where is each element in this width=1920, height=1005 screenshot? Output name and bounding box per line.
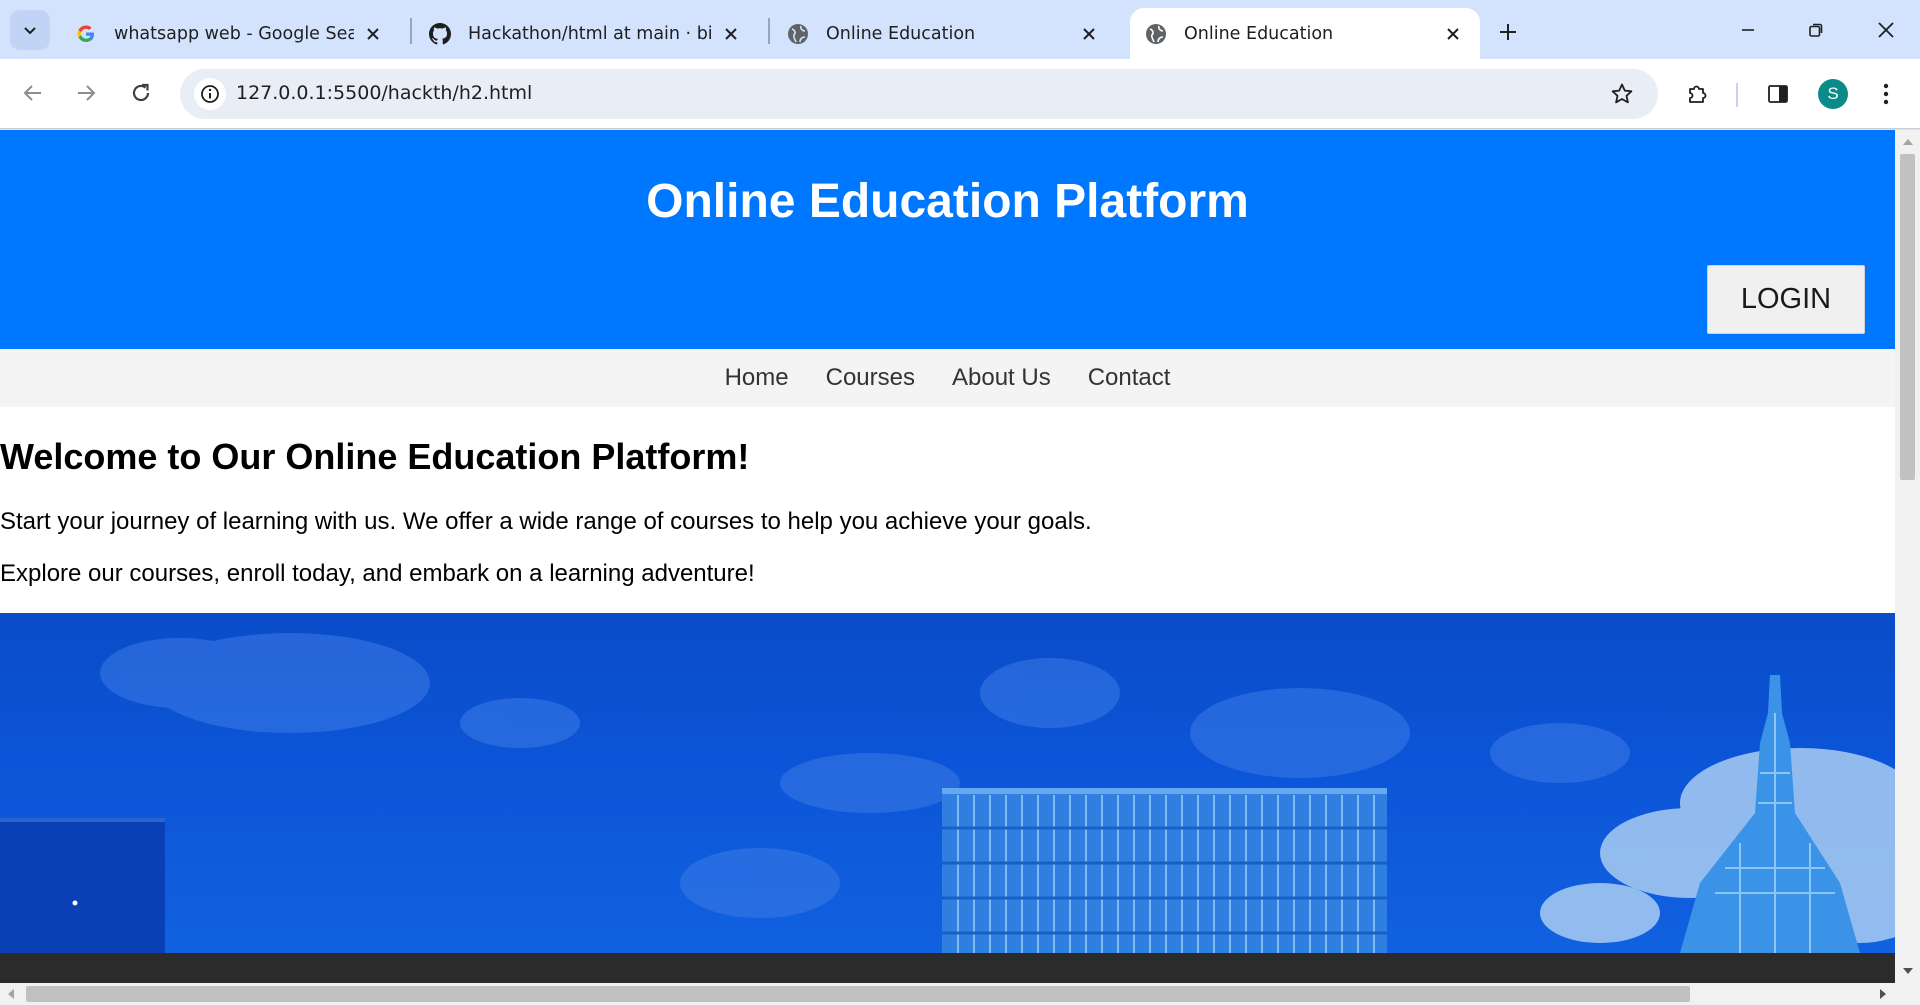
arrow-left-icon (23, 85, 41, 101)
tab-title: whatsapp web - Google Search (114, 23, 354, 44)
close-icon[interactable] (1076, 21, 1102, 47)
scrollbar-thumb[interactable] (1900, 154, 1915, 480)
site-title: Online Education Platform (646, 175, 1249, 228)
url-text[interactable]: 127.0.0.1:5500/hackth/h2.html (236, 82, 532, 104)
intro-paragraph: Explore our courses, enroll today, and e… (0, 560, 755, 587)
profile-avatar[interactable]: S (1818, 79, 1848, 109)
forward-button[interactable] (66, 73, 106, 113)
page-viewport: Online Education Platform LOGIN Home Cou… (0, 130, 1895, 983)
tab-title: Online Education (1184, 23, 1334, 44)
reload-icon (132, 83, 150, 102)
kebab-menu-icon (1883, 83, 1889, 105)
minimize-icon (1742, 29, 1754, 31)
tab-search-button[interactable] (10, 10, 50, 50)
info-icon (201, 85, 219, 103)
restore-icon (1809, 23, 1823, 37)
footer-bar (0, 953, 1895, 983)
tab-separator (768, 18, 770, 44)
side-panel-icon (1768, 85, 1788, 103)
google-icon (74, 22, 98, 46)
nav-link-about-us[interactable]: About Us (952, 364, 1051, 392)
intro-paragraph: Start your journey of learning with us. … (0, 508, 1092, 535)
vertical-scrollbar[interactable] (1895, 130, 1920, 983)
close-icon[interactable] (360, 21, 386, 47)
site-nav: Home Courses About Us Contact (0, 349, 1895, 407)
side-panel-button[interactable] (1758, 74, 1798, 114)
globe-icon (786, 22, 810, 46)
close-icon[interactable] (1440, 21, 1466, 47)
address-bar[interactable]: 127.0.0.1:5500/hackth/h2.html (180, 69, 1658, 119)
menu-button[interactable] (1866, 74, 1906, 114)
browser-toolbar: 127.0.0.1:5500/hackth/h2.html S (0, 59, 1920, 129)
horizontal-scrollbar[interactable] (0, 983, 1920, 1005)
scroll-up-icon[interactable] (1903, 139, 1913, 145)
extensions-button[interactable] (1678, 74, 1718, 114)
nav-link-courses[interactable]: Courses (826, 364, 915, 392)
restore-button[interactable] (1796, 10, 1836, 50)
tab-separator (410, 18, 412, 44)
close-icon (1878, 22, 1894, 38)
login-button[interactable]: LOGIN (1707, 265, 1865, 334)
github-icon (428, 22, 452, 46)
tab-github[interactable]: Hackathon/html at main · bipul (414, 8, 758, 59)
tab-google-search[interactable]: whatsapp web - Google Search (60, 8, 400, 59)
globe-icon (1144, 22, 1168, 46)
site-info-button[interactable] (194, 78, 226, 110)
scroll-left-icon[interactable] (8, 989, 14, 999)
nav-link-contact[interactable]: Contact (1088, 364, 1171, 392)
close-window-button[interactable] (1866, 10, 1906, 50)
site-header: Online Education Platform LOGIN (0, 130, 1895, 349)
reload-button[interactable] (121, 73, 161, 113)
new-tab-button[interactable] (1490, 14, 1526, 50)
puzzle-icon (1689, 85, 1707, 103)
scroll-right-icon[interactable] (1880, 989, 1886, 999)
minimize-button[interactable] (1728, 10, 1768, 50)
scroll-down-icon[interactable] (1903, 968, 1913, 974)
welcome-heading: Welcome to Our Online Education Platform… (0, 436, 750, 477)
back-button[interactable] (13, 73, 53, 113)
toolbar-divider (1736, 83, 1738, 107)
tab-title: Hackathon/html at main · bipul (468, 23, 712, 44)
arrow-right-icon (78, 85, 96, 101)
tab-online-education-active[interactable]: Online Education (1130, 8, 1480, 59)
chevron-down-icon (24, 27, 36, 35)
close-icon[interactable] (718, 21, 744, 47)
plus-icon (1500, 24, 1516, 40)
city-skyline-image (0, 613, 1895, 953)
tab-strip: whatsapp web - Google Search Hackathon/h… (0, 0, 1920, 59)
star-icon (1611, 83, 1633, 104)
bookmark-button[interactable] (1606, 78, 1638, 110)
tab-online-education[interactable]: Online Education (772, 8, 1116, 59)
tab-title: Online Education (826, 23, 976, 44)
city-skyline-illustration (0, 633, 1895, 953)
scrollbar-thumb[interactable] (26, 986, 1690, 1002)
nav-link-home[interactable]: Home (725, 364, 789, 392)
